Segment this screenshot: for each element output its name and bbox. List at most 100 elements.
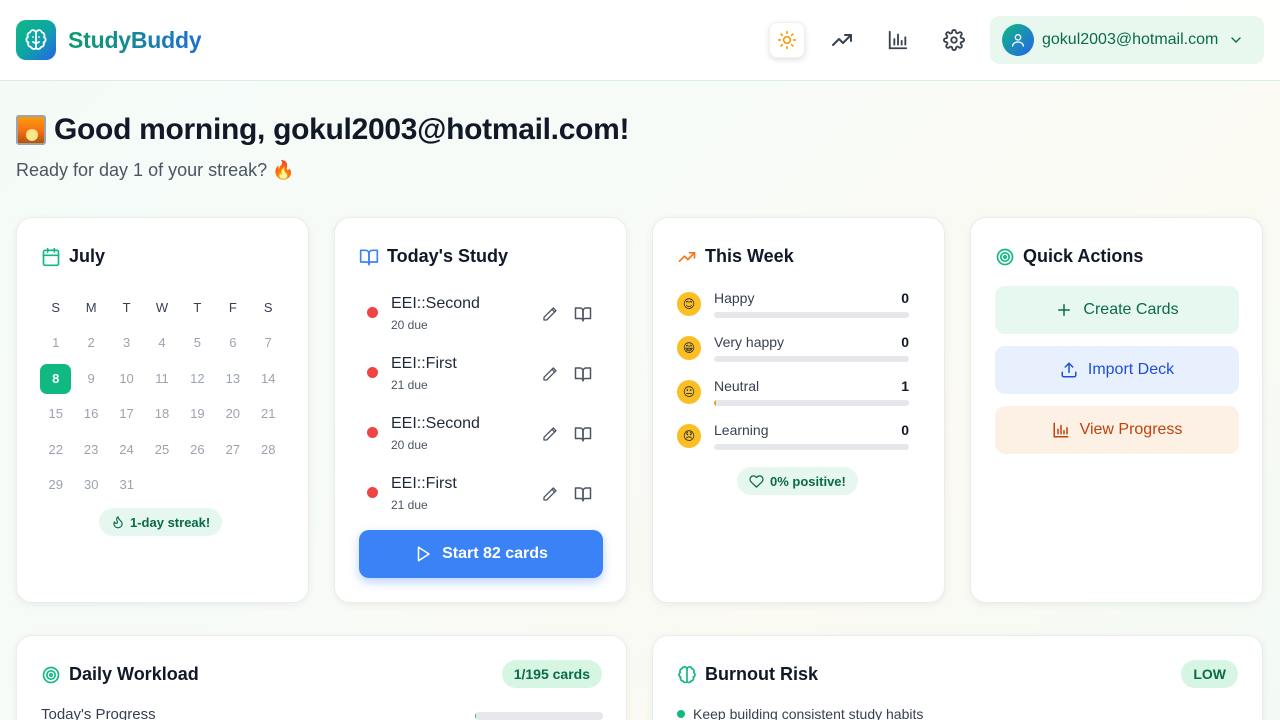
calendar-day[interactable]: 21: [251, 399, 286, 429]
calendar-day[interactable]: 7: [251, 328, 286, 358]
book-open-icon: [574, 427, 592, 442]
view-progress-label: View Progress: [1079, 421, 1183, 438]
calendar-day[interactable]: 20: [215, 399, 250, 429]
deck-item[interactable]: EEI::First 21 due: [359, 353, 603, 403]
deck-due-count: 21 due: [391, 378, 428, 392]
top-header: StudyBuddy gokul2003@hotmail.com: [0, 0, 1280, 81]
calendar-day[interactable]: 4: [144, 328, 179, 358]
book-open-icon: [574, 367, 592, 382]
calendar-day[interactable]: 23: [73, 435, 108, 465]
calendar-day[interactable]: 29: [38, 470, 74, 500]
daily-workload-card: Daily Workload 1/195 cards Today's Progr…: [16, 635, 627, 720]
calendar-day[interactable]: 22: [38, 435, 73, 465]
greeting: Good morning, gokul2003@hotmail.com!: [16, 113, 629, 147]
calendar-day[interactable]: 13: [215, 364, 250, 394]
create-cards-button[interactable]: Create Cards: [995, 286, 1239, 334]
calendar-day[interactable]: 30: [74, 470, 110, 500]
edit-deck-button[interactable]: [539, 423, 561, 445]
calendar-day[interactable]: 28: [251, 435, 286, 465]
calendar-week: 1 2 3 4 5 6 7: [38, 326, 286, 362]
calendar-day[interactable]: 15: [38, 399, 73, 429]
mood-bar: [714, 356, 909, 362]
mood-row: 😞 Learning 0: [677, 422, 909, 462]
calendar-day[interactable]: 12: [180, 364, 215, 394]
settings-button[interactable]: [936, 22, 972, 58]
calendar-day[interactable]: 14: [251, 364, 286, 394]
mood-bar: [714, 400, 909, 406]
app-name[interactable]: StudyBuddy: [68, 27, 202, 54]
tip-dot: [677, 710, 685, 718]
progress-bar-fill: [475, 712, 477, 720]
deck-name: EEI::Second: [391, 415, 480, 432]
deck-item[interactable]: EEI::Second 20 due: [359, 293, 603, 343]
streak-label: 1-day streak!: [130, 514, 211, 530]
theme-toggle-button[interactable]: [769, 22, 805, 58]
sun-icon: [777, 30, 797, 50]
todays-study-card: Today's Study EEI::Second 20 due EEI::Fi…: [334, 217, 627, 603]
weekday-label: M: [85, 299, 97, 315]
target-icon: [995, 247, 1015, 267]
study-deck-button[interactable]: [572, 423, 594, 445]
calendar-day[interactable]: 25: [144, 435, 179, 465]
calendar-day[interactable]: 17: [109, 399, 144, 429]
calendar-day[interactable]: 26: [180, 435, 215, 465]
calendar-day[interactable]: 31: [109, 470, 145, 500]
edit-deck-button[interactable]: [539, 363, 561, 385]
edit-deck-button[interactable]: [539, 303, 561, 325]
weekday-label: T: [122, 299, 131, 315]
create-cards-label: Create Cards: [1083, 301, 1179, 318]
bar-chart-icon: [1052, 421, 1070, 439]
mood-label: Learning: [714, 422, 769, 438]
calendar-day[interactable]: 2: [73, 328, 108, 358]
stats-button[interactable]: [880, 22, 916, 58]
weekday-label: S: [263, 299, 273, 315]
calendar-day[interactable]: 27: [215, 435, 250, 465]
calendar-day[interactable]: 19: [180, 399, 215, 429]
deck-item[interactable]: EEI::Second 20 due: [359, 413, 603, 463]
calendar-week: 8 9 10 11 12 13 14: [38, 361, 286, 397]
this-week-header: This Week: [677, 246, 794, 267]
calendar-day[interactable]: 3: [109, 328, 144, 358]
chevron-down-icon: [1228, 32, 1244, 48]
burnout-risk-header: Burnout Risk: [677, 664, 818, 685]
deck-due-count: 21 due: [391, 498, 428, 512]
deck-name: EEI::First: [391, 355, 457, 372]
calendar-day[interactable]: 9: [73, 364, 108, 394]
calendar-day[interactable]: 11: [144, 364, 179, 394]
calendar-day[interactable]: 18: [144, 399, 179, 429]
calendar-day[interactable]: 6: [215, 328, 250, 358]
view-progress-button[interactable]: View Progress: [995, 406, 1239, 454]
start-cards-label: Start 82 cards: [442, 545, 548, 562]
study-deck-button[interactable]: [572, 303, 594, 325]
calendar-grid: S M T W T F S 1 2 3 4 5 6 7 8 9 10 11 12…: [38, 290, 286, 503]
calendar-day-today[interactable]: 8: [40, 363, 72, 394]
calendar-day[interactable]: 5: [180, 328, 215, 358]
calendar-icon: [41, 247, 61, 267]
deck-item[interactable]: EEI::First 21 due: [359, 473, 603, 523]
study-deck-button[interactable]: [572, 483, 594, 505]
sunrise-icon: [16, 115, 46, 145]
calendar-day[interactable]: 24: [109, 435, 144, 465]
burnout-tip: Keep building consistent study habits: [677, 706, 923, 720]
calendar-day[interactable]: 16: [73, 399, 108, 429]
burnout-risk-title: Burnout Risk: [705, 664, 819, 684]
brain-logo-icon[interactable]: [16, 20, 56, 60]
book-open-icon: [574, 307, 592, 322]
mood-row: 😐 Neutral 1: [677, 378, 909, 418]
calendar-day[interactable]: 1: [38, 328, 73, 358]
pencil-icon: [543, 307, 557, 321]
study-deck-button[interactable]: [572, 363, 594, 385]
calendar-header: July: [41, 246, 105, 267]
this-week-card: This Week 😊 Happy 0 😁 Very happy 0 😐 Neu…: [652, 217, 945, 603]
user-menu-button[interactable]: gokul2003@hotmail.com: [990, 16, 1264, 64]
todays-study-title: Today's Study: [387, 246, 508, 266]
user-icon: [1002, 24, 1034, 56]
trends-button[interactable]: [824, 22, 860, 58]
positive-badge: 0% positive!: [737, 467, 858, 495]
calendar-day[interactable]: 10: [109, 364, 144, 394]
mood-bar: [714, 312, 909, 318]
streak-badge: 1-day streak!: [99, 508, 223, 536]
edit-deck-button[interactable]: [539, 483, 561, 505]
import-deck-button[interactable]: Import Deck: [995, 346, 1239, 394]
start-cards-button[interactable]: Start 82 cards: [359, 530, 603, 578]
